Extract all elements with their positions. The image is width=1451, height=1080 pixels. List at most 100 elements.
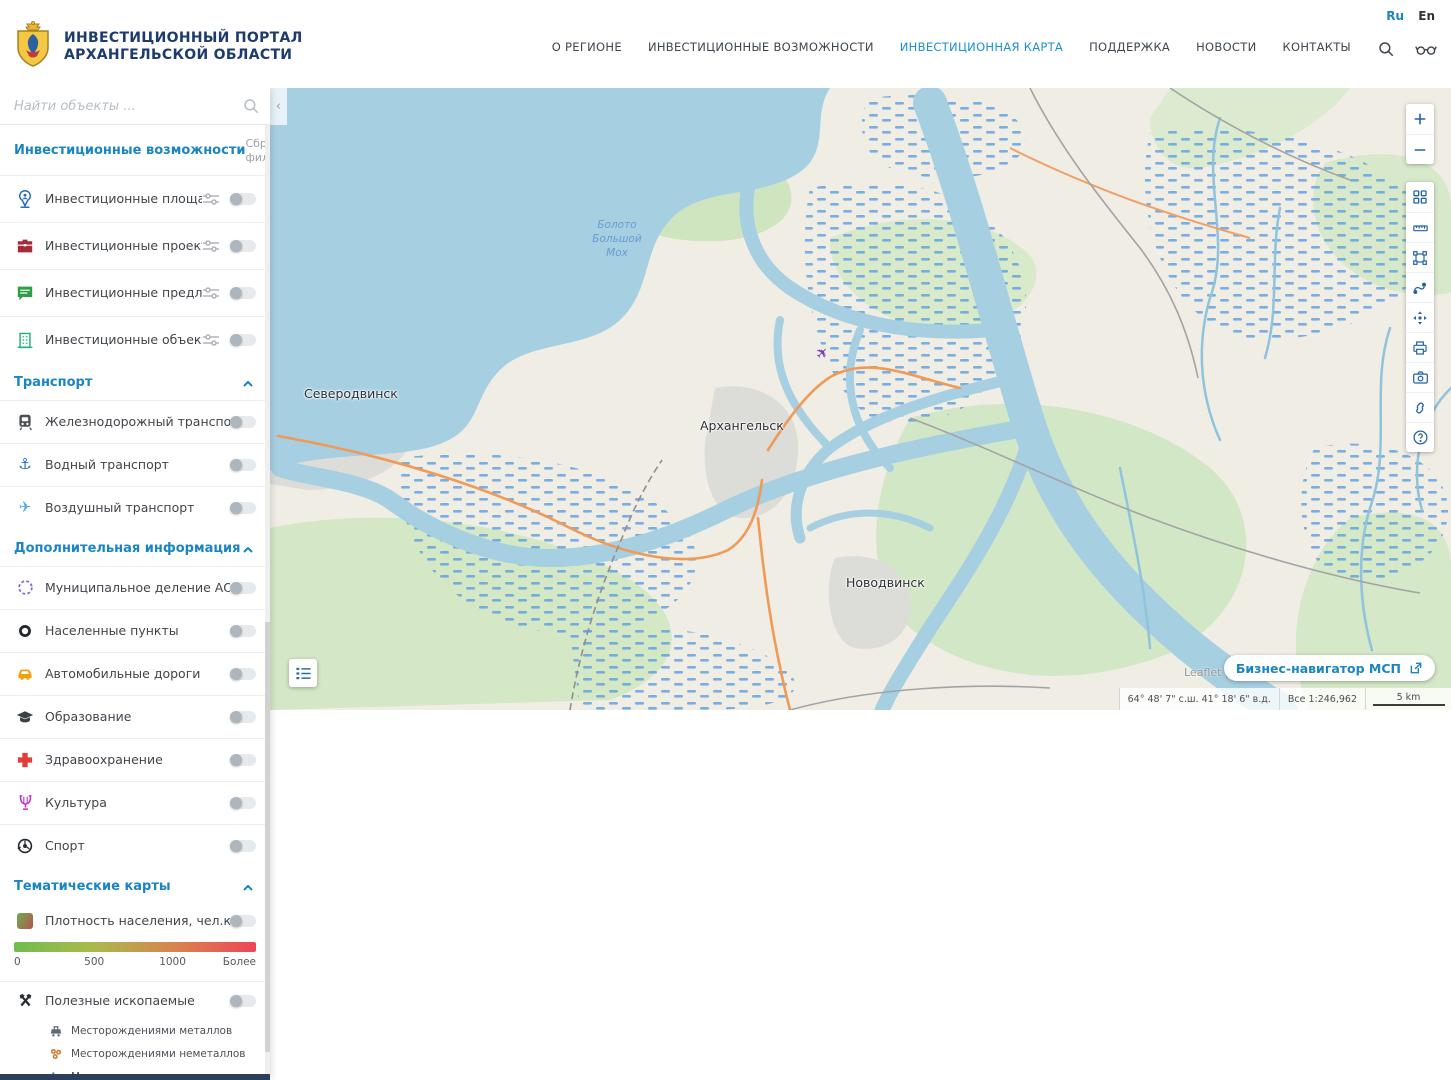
layer-toggle[interactable]: [230, 334, 256, 346]
density-gradient-bar: [14, 942, 256, 952]
map-statusbar: 64° 48' 7" с.ш. 41° 18' 6" в.д. Все 1:24…: [1119, 688, 1451, 710]
map-canvas[interactable]: ‹ Северодвинск Архангельск Новодвинск Бо…: [270, 88, 1451, 710]
layer-row-sport[interactable]: Спорт: [0, 824, 270, 867]
layer-row-investment-offers[interactable]: Инвестиционные предложения: [0, 269, 270, 316]
layer-row-roads[interactable]: Автомобильные дороги: [0, 652, 270, 695]
business-navigator-button[interactable]: Бизнес-навигатор МСП: [1224, 655, 1435, 681]
building-icon: [14, 330, 36, 350]
print-button[interactable]: [1406, 332, 1434, 362]
legend-tick: 500: [84, 956, 104, 968]
filter-sliders-icon[interactable]: [202, 285, 220, 301]
layer-row-municipal-division[interactable]: Муниципальное деление АО: [0, 566, 270, 609]
layer-row-minerals[interactable]: Полезные ископаемые: [0, 982, 270, 1020]
layer-label: Инвестиционные предложения: [45, 285, 202, 300]
route-button[interactable]: [1406, 272, 1434, 302]
metal-deposit-icon: [48, 1024, 63, 1038]
top-header: ИНВЕСТИЦИОННЫЙ ПОРТАЛ АРХАНГЕЛЬСКОЙ ОБЛА…: [0, 0, 1451, 88]
layers-sidebar: Инвестиционные возможности Сбросить филь…: [0, 88, 270, 1080]
layer-label: Населенные пункты: [45, 623, 230, 638]
section-title: Инвестиционные возможности: [14, 143, 245, 158]
chevron-up-icon[interactable]: [242, 541, 256, 555]
filter-sliders-icon[interactable]: [202, 332, 220, 348]
help-button[interactable]: [1406, 422, 1434, 452]
layer-toggle[interactable]: [230, 625, 256, 637]
layer-row-healthcare[interactable]: Здравоохранение: [0, 738, 270, 781]
accessibility-glasses-icon[interactable]: [1415, 38, 1437, 60]
layers-grid-button[interactable]: [1406, 182, 1434, 212]
offer-message-icon: [14, 283, 36, 303]
map-scale-ratio[interactable]: Все 1:246,962: [1279, 688, 1365, 710]
layer-toggle[interactable]: [230, 754, 256, 766]
layer-toggle[interactable]: [230, 915, 256, 927]
layer-row-rail-transport[interactable]: Железнодорожный транспорт: [0, 400, 270, 443]
search-icon[interactable]: [1375, 38, 1397, 60]
layer-row-population-density[interactable]: Плотность населения, чел.км2: [0, 904, 270, 938]
legend-tick: Более: [223, 956, 256, 968]
section-transport: Транспорт: [0, 363, 270, 400]
camera-button[interactable]: [1406, 362, 1434, 392]
layer-label: Инвестиционные площадки: [45, 191, 202, 206]
layer-label: Муниципальное деление АО: [45, 580, 230, 595]
layer-row-investment-objects[interactable]: Инвестиционные объекты: [0, 316, 270, 363]
medical-cross-icon: [14, 750, 36, 770]
chevron-up-icon[interactable]: [242, 879, 256, 893]
main-nav: О РЕГИОНЕ ИНВЕСТИЦИОННЫЕ ВОЗМОЖНОСТИ ИНВ…: [552, 40, 1351, 54]
layer-label: Инвестиционные проекты: [45, 238, 202, 253]
search-icon[interactable]: [242, 97, 260, 115]
ruler-button[interactable]: [1406, 212, 1434, 242]
layer-row-education[interactable]: Образование: [0, 695, 270, 738]
layer-toggle[interactable]: [230, 711, 256, 723]
lang-en[interactable]: En: [1418, 9, 1435, 23]
layer-row-air-transport[interactable]: ✈ Воздушный транспорт: [0, 486, 270, 529]
nav-contacts[interactable]: КОНТАКТЫ: [1283, 40, 1352, 54]
layer-label: Автомобильные дороги: [45, 666, 230, 681]
nav-news[interactable]: НОВОСТИ: [1196, 40, 1256, 54]
layer-label: Железнодорожный транспорт: [45, 414, 230, 429]
layer-toggle[interactable]: [230, 240, 256, 252]
layer-row-investment-sites[interactable]: Инвестиционные площадки: [0, 175, 270, 222]
nav-investment-opportunities[interactable]: ИНВЕСТИЦИОННЫЕ ВОЗМОЖНОСТИ: [648, 40, 874, 54]
layer-toggle[interactable]: [230, 416, 256, 428]
pan-button[interactable]: [1406, 302, 1434, 332]
search-input[interactable]: [0, 88, 270, 124]
nav-about-region[interactable]: О РЕГИОНЕ: [552, 40, 622, 54]
sidebar-scrollbar[interactable]: [265, 125, 270, 1080]
coat-of-arms-logo: [14, 20, 52, 74]
layer-toggle[interactable]: [230, 287, 256, 299]
layer-row-settlements[interactable]: Населенные пункты: [0, 609, 270, 652]
layer-toggle[interactable]: [230, 459, 256, 471]
section-thematic-maps: Тематические карты: [0, 867, 270, 904]
filter-sliders-icon[interactable]: [202, 238, 220, 254]
nav-support[interactable]: ПОДДЕРЖКА: [1089, 40, 1170, 54]
lang-ru[interactable]: Ru: [1386, 9, 1404, 23]
section-title: Транспорт: [14, 375, 92, 390]
zoom-out-button[interactable]: [1406, 134, 1434, 164]
filter-sliders-icon[interactable]: [202, 191, 220, 207]
sublayer-nonmetal-deposits[interactable]: Месторождениями неметаллов: [0, 1043, 270, 1066]
layer-toggle[interactable]: [230, 582, 256, 594]
share-link-button[interactable]: [1406, 392, 1434, 422]
scale-bar: 5 km: [1365, 688, 1451, 710]
sidebar-collapse-button[interactable]: ‹: [270, 88, 287, 125]
map-legend-button[interactable]: [289, 659, 317, 687]
sublayer-metal-deposits[interactable]: Месторождениями металлов: [0, 1020, 270, 1043]
section-investment-opportunities: Инвестиционные возможности Сбросить филь…: [0, 125, 270, 175]
layer-row-water-transport[interactable]: ⚓ Водный транспорт: [0, 443, 270, 486]
sublayer-label: Месторождениями неметаллов: [71, 1048, 245, 1060]
layer-toggle[interactable]: [230, 840, 256, 852]
map-tools: [1406, 182, 1434, 452]
layer-toggle[interactable]: [230, 668, 256, 680]
business-navigator-label: Бизнес-навигатор МСП: [1236, 661, 1401, 676]
layer-row-investment-projects[interactable]: Инвестиционные проекты: [0, 222, 270, 269]
zoom-in-button[interactable]: [1406, 104, 1434, 134]
layer-toggle[interactable]: [230, 797, 256, 809]
layer-toggle[interactable]: [230, 193, 256, 205]
nav-investment-map[interactable]: ИНВЕСТИЦИОННАЯ КАРТА: [900, 40, 1063, 54]
anchor-icon: ⚓: [14, 455, 36, 475]
layer-toggle[interactable]: [230, 995, 256, 1007]
layer-toggle[interactable]: [230, 502, 256, 514]
map-tiles: [270, 88, 1451, 710]
chevron-up-icon[interactable]: [242, 375, 256, 389]
layer-row-culture[interactable]: Культура: [0, 781, 270, 824]
polygon-select-button[interactable]: [1406, 242, 1434, 272]
